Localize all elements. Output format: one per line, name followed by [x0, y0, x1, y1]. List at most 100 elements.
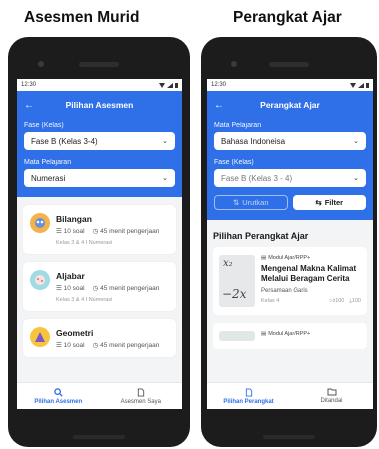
- nav-label: Ditandai: [320, 398, 343, 404]
- sort-label: Urutkan: [242, 198, 269, 207]
- phone-asesmen: 12:30 ← Pilihan Asesmen Fase (Kelas) Fas…: [8, 37, 190, 447]
- page-title: Perangkat Ajar: [260, 100, 320, 110]
- mapel-label: Mata Pelajaran: [214, 122, 262, 129]
- fase-value: Fase B (Kelas 3-4): [31, 136, 98, 146]
- mapel-value: Bahasa Indoneisa: [221, 136, 286, 146]
- home-indicator: [263, 435, 315, 439]
- mapel-select[interactable]: Numerasi ⌄: [24, 169, 175, 187]
- likes: 👍︎100: [329, 298, 345, 304]
- status-bar: 12:30: [17, 79, 182, 91]
- bottom-nav: Pilihan Asesmen Asesmen Saya: [17, 382, 182, 409]
- module-thumbnail: x₂ −2x: [219, 255, 255, 307]
- mapel-select[interactable]: Bahasa Indoneisa ⌄: [214, 132, 366, 150]
- duration: ◷ 45 menit pengerjaan: [92, 342, 160, 349]
- mapel-label: Mata Pelajaran: [24, 159, 72, 166]
- module-grade: Kelas 4: [261, 298, 280, 304]
- clock-icon: ◷: [92, 285, 99, 292]
- list-icon: ☰: [56, 342, 62, 349]
- arrow-left-icon[interactable]: ←: [214, 100, 228, 111]
- perangkat-card[interactable]: ▤ Modul Ajar/RPP+: [213, 323, 367, 349]
- status-time: 12:30: [211, 82, 227, 88]
- phone-perangkat: 12:30 ← Perangkat Ajar Mata Pelajaran Ba…: [201, 37, 377, 447]
- fase-select[interactable]: Fase B (Kelas 3 - 4) ⌄: [214, 169, 366, 187]
- clock-icon: ◷: [92, 342, 99, 349]
- list-icon: ☰: [56, 228, 62, 235]
- perangkat-card[interactable]: x₂ −2x ▤ Modul Ajar/RPP+ Mengenal Makna K…: [213, 247, 367, 315]
- sort-button[interactable]: ⇅ Urutkan: [214, 195, 288, 210]
- battery-icon: [175, 82, 178, 88]
- caption-perangkat-ajar: Perangkat Ajar: [233, 9, 342, 26]
- sort-filter-bar: ⇅ Urutkan ⇆ Filter: [214, 195, 366, 210]
- chevron-down-icon: ⌄: [353, 175, 359, 182]
- folder-icon: [327, 388, 336, 396]
- document-icon: [245, 387, 252, 397]
- module-icon: ▤: [261, 255, 267, 261]
- filter-icon: ⇆: [315, 198, 322, 207]
- status-icons: [350, 82, 369, 88]
- status-icons: [159, 82, 178, 88]
- module-title: Mengenal Makna Kalimat Melalui Beragam C…: [261, 264, 357, 285]
- camera-icon: [38, 61, 44, 67]
- fase-select[interactable]: Fase B (Kelas 3-4) ⌄: [24, 132, 175, 150]
- card-title: Aljabar: [56, 271, 85, 281]
- screen-perangkat: 12:30 ← Perangkat Ajar Mata Pelajaran Ba…: [207, 79, 373, 409]
- chevron-down-icon: ⌄: [162, 138, 168, 145]
- clock-icon: ◷: [92, 228, 99, 235]
- nav-label: Pilihan Asesmen: [34, 398, 83, 405]
- module-icon: ▤: [261, 331, 267, 337]
- card-tags: Kelas 3 & 4 I Numerasi: [56, 297, 113, 303]
- header: ← Pilihan Asesmen Fase (Kelas) Fase B (K…: [17, 91, 182, 197]
- question-count: ☰ 10 soal: [56, 228, 85, 235]
- nav-ditandai[interactable]: Ditandai: [290, 383, 373, 409]
- module-thumbnail: [219, 331, 255, 341]
- speaker-grille: [79, 62, 119, 67]
- header: ← Perangkat Ajar Mata Pelajaran Bahasa I…: [207, 91, 373, 220]
- page-title: Pilihan Asesmen: [65, 100, 134, 110]
- duration: ◷ 45 menit pengerjaan: [92, 228, 160, 235]
- screen-asesmen: 12:30 ← Pilihan Asesmen Fase (Kelas) Fas…: [17, 79, 182, 409]
- aljabar-icon: [30, 270, 50, 290]
- downloads: ⤓100: [349, 298, 361, 304]
- document-icon: [137, 387, 144, 397]
- search-icon: [53, 387, 63, 397]
- card-title: Geometri: [56, 328, 94, 338]
- thumb-text-top: x₂: [223, 258, 233, 269]
- assessment-card[interactable]: Bilangan ☰ 10 soal ◷ 45 menit pengerjaan…: [23, 205, 176, 254]
- nav-label: Pilihan Perangkat: [223, 398, 274, 405]
- battery-icon: [366, 82, 369, 88]
- card-tags: Kelas 3 & 4 I Numerasi: [56, 240, 113, 246]
- status-bar: 12:30: [207, 79, 373, 91]
- sort-icon: ⇅: [232, 198, 240, 207]
- fase-label: Fase (Kelas): [24, 122, 64, 129]
- caption-asesmen-murid: Asesmen Murid: [24, 9, 140, 26]
- camera-icon: [231, 61, 237, 67]
- assessment-card[interactable]: Aljabar ☰ 10 soal ◷ 45 menit pengerjaan …: [23, 262, 176, 311]
- chevron-down-icon: ⌄: [162, 175, 168, 182]
- status-time: 12:30: [21, 82, 37, 88]
- mapel-value: Numerasi: [31, 173, 66, 183]
- assessment-card[interactable]: Geometri ☰ 10 soal ◷ 45 menit pengerjaan: [23, 319, 176, 357]
- geometri-icon: [30, 327, 50, 347]
- nav-label: Asesmen Saya: [120, 398, 161, 405]
- speaker-grille: [269, 62, 309, 67]
- chevron-down-icon: ⌄: [353, 138, 359, 145]
- bottom-nav: Pilihan Perangkat Ditandai: [207, 382, 373, 409]
- arrow-left-icon[interactable]: ←: [24, 100, 38, 111]
- fase-value: Fase B (Kelas 3 - 4): [221, 173, 293, 183]
- home-indicator: [73, 435, 125, 439]
- nav-asesmen-saya[interactable]: Asesmen Saya: [100, 383, 183, 409]
- fase-label: Fase (Kelas): [214, 159, 254, 166]
- filter-label: Filter: [324, 198, 344, 207]
- wifi-icon: [350, 82, 356, 88]
- question-count: ☰ 10 soal: [56, 285, 85, 292]
- module-type: ▤ Modul Ajar/RPP+: [261, 255, 311, 261]
- thumb-text-bottom: −2x: [222, 287, 247, 301]
- question-count: ☰ 10 soal: [56, 342, 85, 349]
- nav-pilihan-perangkat[interactable]: Pilihan Perangkat: [207, 383, 290, 409]
- nav-pilihan-asesmen[interactable]: Pilihan Asesmen: [17, 383, 100, 409]
- filter-button[interactable]: ⇆ Filter: [292, 195, 366, 210]
- card-title: Bilangan: [56, 214, 92, 224]
- bilangan-icon: [30, 213, 50, 233]
- duration: ◷ 45 menit pengerjaan: [92, 285, 160, 292]
- signal-icon: [358, 82, 364, 88]
